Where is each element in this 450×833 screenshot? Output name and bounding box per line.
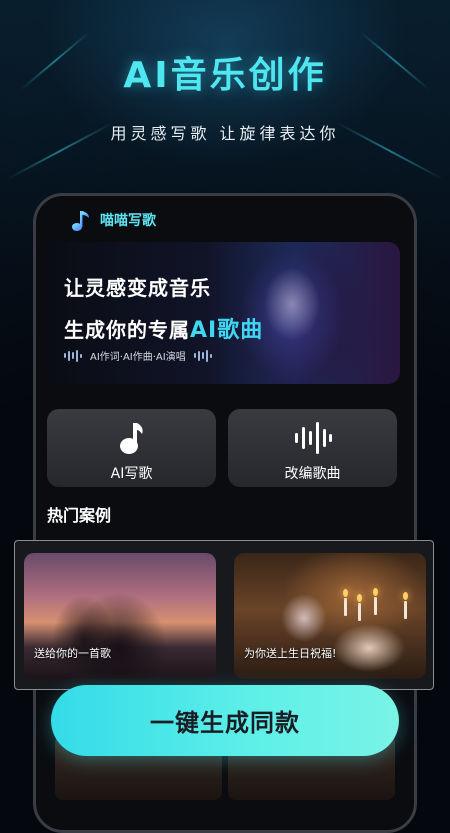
hero-title: AI音乐创作: [123, 55, 327, 96]
flame: [373, 588, 378, 596]
candle: [404, 601, 407, 619]
banner-subheadline-highlight: AI歌曲: [190, 318, 264, 343]
banner-tagline: AI作词·AI作曲·AI演唱: [90, 352, 186, 363]
candle: [374, 597, 377, 615]
app-header: 喵喵写歌: [70, 205, 156, 235]
generate-same-label: 一键生成同款: [150, 709, 300, 737]
case-card[interactable]: 为你送上生日祝福!: [234, 553, 426, 679]
app-name: 喵喵写歌: [100, 213, 156, 229]
generate-same-button[interactable]: 一键生成同款: [51, 685, 399, 756]
case-caption: 送给你的一首歌: [34, 647, 111, 660]
music-note-icon: [72, 211, 89, 231]
music-note-icon: [119, 423, 143, 454]
adapt-song-button[interactable]: 改编歌曲: [228, 409, 397, 487]
candle: [358, 603, 361, 621]
sound-wave-icon: [294, 422, 332, 454]
sound-wave-icon: [193, 349, 212, 362]
sound-wave-icon: [64, 349, 82, 362]
hero-subtitle: 用灵感写歌 让旋律表达你: [110, 124, 340, 143]
banner-subheadline-prefix: 生成你的专属: [64, 318, 190, 342]
flame: [343, 589, 348, 597]
flame: [403, 592, 408, 600]
case-card[interactable]: 送给你的一首歌: [24, 553, 216, 679]
case-caption: 为你送上生日祝福!: [244, 647, 337, 660]
banner-headline: 让灵感变成音乐: [64, 276, 211, 300]
hot-cases-title: 热门案例: [47, 506, 112, 525]
flame: [357, 594, 362, 602]
candle: [344, 598, 347, 616]
banner-tagline-row: AI作词·AI作曲·AI演唱: [64, 348, 212, 363]
promo-banner[interactable]: 让灵感变成音乐 生成你的专属AI歌曲 AI作词·AI作曲·AI演唱: [46, 242, 400, 384]
ai-write-song-label: AI写歌: [110, 466, 153, 482]
ai-write-song-button[interactable]: AI写歌: [47, 409, 216, 487]
adapt-song-label: 改编歌曲: [284, 466, 341, 482]
banner-subheadline: 生成你的专属AI歌曲: [64, 312, 263, 344]
